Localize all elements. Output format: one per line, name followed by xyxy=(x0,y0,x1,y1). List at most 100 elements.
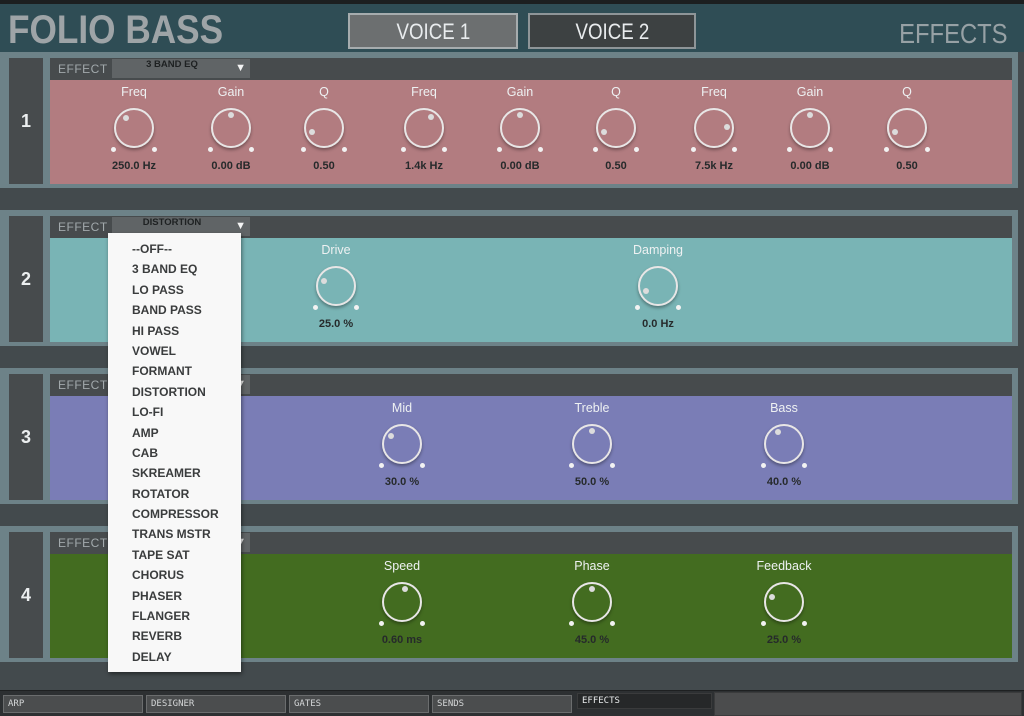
knob-max-marker xyxy=(802,621,807,626)
knob-max-marker xyxy=(249,147,254,152)
knob-min-marker xyxy=(401,147,406,152)
knob-control: Freq 7.5k Hz xyxy=(669,80,759,184)
bottom-tab-arp[interactable]: ARP xyxy=(3,695,143,713)
knob-min-marker xyxy=(379,463,384,468)
knob[interactable] xyxy=(304,108,344,148)
knob-value: 250.0 Hz xyxy=(111,160,157,172)
knob-min-marker xyxy=(691,147,696,152)
bottom-bar-filler xyxy=(714,692,1022,716)
effect-select[interactable]: 3 BAND EQ ▼ xyxy=(112,59,250,78)
knob-max-marker xyxy=(420,463,425,468)
effect-dropdown-menu[interactable]: --OFF-- 3 BAND EQ LO PASS BAND PASS HI PASS V… xyxy=(108,233,241,672)
dropdown-item[interactable]: BAND PASS xyxy=(108,300,241,320)
knob-value: 40.0 % xyxy=(766,476,802,488)
knob[interactable] xyxy=(500,108,540,148)
knob[interactable] xyxy=(764,424,804,464)
header: FOLIO BASS VOICE 1 VOICE 2 EFFECTS xyxy=(0,4,1024,52)
dropdown-item[interactable]: DELAY xyxy=(108,647,241,667)
dropdown-item[interactable]: TAPE SAT xyxy=(108,545,241,565)
dropdown-item[interactable]: LO PASS xyxy=(108,280,241,300)
knob[interactable] xyxy=(316,266,356,306)
effect-bar: EFFECT 3 BAND EQ ▼ xyxy=(50,58,1012,80)
dropdown-item[interactable]: 3 BAND EQ xyxy=(108,259,241,279)
knob-min-marker xyxy=(761,621,766,626)
knob-indicator xyxy=(517,112,523,118)
knob-indicator xyxy=(768,594,775,601)
dropdown-item[interactable]: COMPRESSOR xyxy=(108,504,241,524)
knob[interactable] xyxy=(114,108,154,148)
knob[interactable] xyxy=(694,108,734,148)
dropdown-item[interactable]: CAB xyxy=(108,443,241,463)
dropdown-item[interactable]: REVERB xyxy=(108,626,241,646)
slot-number: 1 xyxy=(9,58,43,184)
knob-value: 30.0 % xyxy=(384,476,420,488)
right-strip xyxy=(1018,52,1024,188)
knob-max-marker xyxy=(538,147,543,152)
dropdown-item[interactable]: SKREAMER xyxy=(108,463,241,483)
dropdown-item[interactable]: VOWEL xyxy=(108,341,241,361)
voice-1-label: VOICE 1 xyxy=(396,19,470,44)
knob[interactable] xyxy=(382,424,422,464)
voice-1-tab[interactable]: VOICE 1 xyxy=(348,13,518,49)
voice-2-label: VOICE 2 xyxy=(575,19,649,44)
bottom-tab-bar: ARP DESIGNER GATES SENDS EFFECTS xyxy=(0,690,1024,716)
knob[interactable] xyxy=(638,266,678,306)
knob[interactable] xyxy=(572,424,612,464)
dropdown-item[interactable]: TRANS MSTR xyxy=(108,524,241,544)
knob-min-marker xyxy=(313,305,318,310)
dropdown-item[interactable]: LO-FI xyxy=(108,402,241,422)
bottom-tab-gates[interactable]: GATES xyxy=(289,695,429,713)
dropdown-item[interactable]: AMP xyxy=(108,423,241,443)
knob-label: Q xyxy=(902,85,912,99)
knob-value: 0.50 xyxy=(896,160,918,172)
right-strip xyxy=(1018,368,1024,504)
knob-min-marker xyxy=(497,147,502,152)
bottom-tab-effects[interactable]: EFFECTS xyxy=(577,693,712,709)
knob-indicator xyxy=(891,129,898,136)
dropdown-item[interactable]: --OFF-- xyxy=(108,239,241,259)
dropdown-item[interactable]: DISTORTION xyxy=(108,382,241,402)
knob-min-marker xyxy=(787,147,792,152)
knob-min-marker xyxy=(593,147,598,152)
knob-value: 0.0 Hz xyxy=(642,318,674,330)
dropdown-item[interactable]: CHORUS xyxy=(108,565,241,585)
knob-min-marker xyxy=(635,305,640,310)
knob-indicator xyxy=(228,112,234,118)
knob-label: Feedback xyxy=(756,559,812,573)
knob-indicator xyxy=(589,586,595,592)
folio-bass-effects-window: FOLIO BASS VOICE 1 VOICE 2 EFFECTS 1 EFF… xyxy=(0,0,1024,716)
knob-label: Q xyxy=(319,85,329,99)
knob[interactable] xyxy=(211,108,251,148)
knob[interactable] xyxy=(572,582,612,622)
knob-control: Speed 0.60 ms xyxy=(357,554,447,658)
knob-label: Freq xyxy=(411,85,437,99)
knob-min-marker xyxy=(569,463,574,468)
dropdown-item[interactable]: FLANGER xyxy=(108,606,241,626)
dropdown-item[interactable]: FORMANT xyxy=(108,361,241,381)
dropdown-arrow-icon: ▼ xyxy=(235,220,246,232)
dropdown-item[interactable]: ROTATOR xyxy=(108,484,241,504)
knob[interactable] xyxy=(764,582,804,622)
slot-number: 2 xyxy=(9,216,43,342)
dropdown-item[interactable]: PHASER xyxy=(108,586,241,606)
knob-value: 25.0 % xyxy=(766,634,802,646)
knob-control: Q 0.50 xyxy=(571,80,661,184)
knob[interactable] xyxy=(596,108,636,148)
knob-max-marker xyxy=(610,621,615,626)
knob-indicator xyxy=(308,129,315,136)
bottom-tab-designer[interactable]: DESIGNER xyxy=(146,695,286,713)
knob[interactable] xyxy=(404,108,444,148)
knob-control: Q 0.50 xyxy=(279,80,369,184)
knob-indicator xyxy=(807,112,813,118)
app-title: FOLIO BASS xyxy=(8,8,224,52)
knob-control: Freq 250.0 Hz xyxy=(89,80,179,184)
knob-max-marker xyxy=(802,463,807,468)
dropdown-item[interactable]: HI PASS xyxy=(108,321,241,341)
voice-2-tab[interactable]: VOICE 2 xyxy=(528,13,696,49)
knob-value: 1.4k Hz xyxy=(405,160,443,172)
knob[interactable] xyxy=(790,108,830,148)
bottom-tab-sends[interactable]: SENDS xyxy=(432,695,572,713)
knob-control: Phase 45.0 % xyxy=(547,554,637,658)
knob[interactable] xyxy=(887,108,927,148)
knob[interactable] xyxy=(382,582,422,622)
